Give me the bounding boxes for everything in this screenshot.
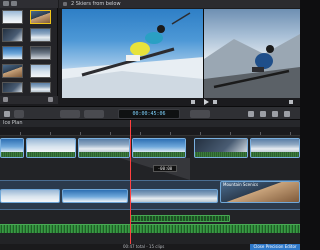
enhance-button[interactable] xyxy=(190,110,210,118)
storyline-clip[interactable]: Mountain Scenics xyxy=(220,181,300,203)
playhead-readout: -00:00 xyxy=(153,165,177,172)
clip-view-icon[interactable] xyxy=(3,1,9,6)
insert-button[interactable] xyxy=(84,110,104,118)
clip-waveform xyxy=(79,152,129,157)
connected-audio-clip[interactable] xyxy=(130,215,230,222)
storyline-clip[interactable] xyxy=(130,189,218,203)
clip-filmstrip xyxy=(79,139,129,153)
playhead[interactable] xyxy=(130,120,131,244)
timeline-header: Ice Plan xyxy=(0,120,300,127)
play-button[interactable] xyxy=(204,99,209,105)
clip-waveform xyxy=(133,152,185,157)
close-precision-editor-label: Close Precision Editor xyxy=(253,244,297,249)
clip-thumbnail[interactable] xyxy=(2,64,23,78)
clip-thumbnail[interactable] xyxy=(30,28,51,42)
next-frame-icon[interactable] xyxy=(213,100,217,104)
append-button[interactable] xyxy=(60,110,80,118)
skier-frame-right xyxy=(204,9,300,98)
playhead-readout-text: -00:00 xyxy=(157,166,173,171)
storyline-clip[interactable] xyxy=(0,189,60,203)
transitions-browser-icon[interactable] xyxy=(260,111,266,117)
ruler-tick xyxy=(290,132,291,135)
clip-waveform xyxy=(27,152,75,157)
close-precision-editor-button[interactable]: Close Precision Editor xyxy=(250,244,300,250)
clip-waveform xyxy=(251,152,299,157)
timeline-ruler[interactable] xyxy=(0,127,300,136)
timeline-summary: 00:47 total - 15 clips xyxy=(123,244,165,249)
timeline[interactable]: Mountain Scenics xyxy=(0,136,300,250)
viewer-header: 2 Skiers from below xyxy=(59,0,300,8)
clip-filmstrip xyxy=(251,139,299,153)
ruler-tick xyxy=(140,132,141,135)
clip-filmstrip xyxy=(27,139,75,153)
main-toolbar: 00:00:45:06 xyxy=(0,106,300,120)
themes-browser-icon[interactable] xyxy=(284,111,290,117)
ruler-tick xyxy=(20,132,21,135)
primary-storyline[interactable]: Mountain Scenics xyxy=(0,180,300,210)
clip-filmstrip xyxy=(195,139,247,153)
event-browser xyxy=(0,0,58,104)
music-audio-track[interactable] xyxy=(0,224,300,233)
storyline-clip-label: Mountain Scenics xyxy=(223,182,259,187)
viewer-title: 2 Skiers from below xyxy=(71,1,121,7)
clip-filmstrip xyxy=(1,139,23,153)
settings-icon[interactable] xyxy=(3,97,8,102)
ruler-tick xyxy=(50,132,51,135)
previous-frame-icon[interactable] xyxy=(191,100,195,104)
final-cut-pro-window: 2 Skiers from below 00:00:45:06 Ice Plan… xyxy=(0,0,300,250)
ruler-tick xyxy=(260,132,261,135)
list-view-icon[interactable] xyxy=(11,1,17,6)
browser-footer xyxy=(0,96,58,104)
browser-header xyxy=(0,0,58,8)
timeline-clip[interactable] xyxy=(78,138,130,158)
ruler-tick xyxy=(80,132,81,135)
titles-browser-icon[interactable] xyxy=(272,111,278,117)
viewer-controls xyxy=(59,98,300,106)
clip-thumbnail[interactable] xyxy=(30,10,51,24)
timeline-clip[interactable] xyxy=(132,138,186,158)
timecode-value: 00:00:45:06 xyxy=(132,111,166,117)
skier-frame-left xyxy=(62,9,204,98)
timeline-clip[interactable] xyxy=(194,138,248,158)
ruler-tick xyxy=(110,132,111,135)
ruler-tick xyxy=(170,132,171,135)
timeline-clip[interactable] xyxy=(250,138,300,158)
clip-thumbnail[interactable] xyxy=(2,28,23,42)
project-label: Ice Plan xyxy=(3,120,23,126)
clip-thumbnail[interactable] xyxy=(30,46,51,60)
ruler-tick xyxy=(230,132,231,135)
clip-waveform xyxy=(1,152,23,157)
skier-mountain-image xyxy=(204,34,300,98)
viewer-canvas[interactable] xyxy=(62,9,300,98)
timecode-display[interactable]: 00:00:45:06 xyxy=(118,109,180,119)
storyline-clip[interactable] xyxy=(62,189,128,203)
clip-thumbnail[interactable] xyxy=(2,46,23,60)
timeline-clip[interactable] xyxy=(26,138,76,158)
clip-thumbnail[interactable] xyxy=(30,82,51,93)
effects-browser-icon[interactable] xyxy=(248,111,254,117)
clip-thumbnail[interactable] xyxy=(2,10,23,24)
ruler-tick xyxy=(200,132,201,135)
tool-select-icon[interactable] xyxy=(4,111,10,117)
clip-filmstrip xyxy=(133,139,185,153)
skier-jump-image xyxy=(62,12,204,98)
viewer-checkbox-icon[interactable] xyxy=(63,2,67,6)
fullscreen-icon[interactable] xyxy=(289,100,293,104)
clip-waveform xyxy=(195,152,247,157)
zoom-icon[interactable] xyxy=(48,97,53,102)
audio-meter-button[interactable] xyxy=(14,110,24,118)
timeline-clip[interactable] xyxy=(0,138,24,158)
clip-thumbnail[interactable] xyxy=(30,64,51,78)
clip-thumbnail[interactable] xyxy=(2,82,23,93)
